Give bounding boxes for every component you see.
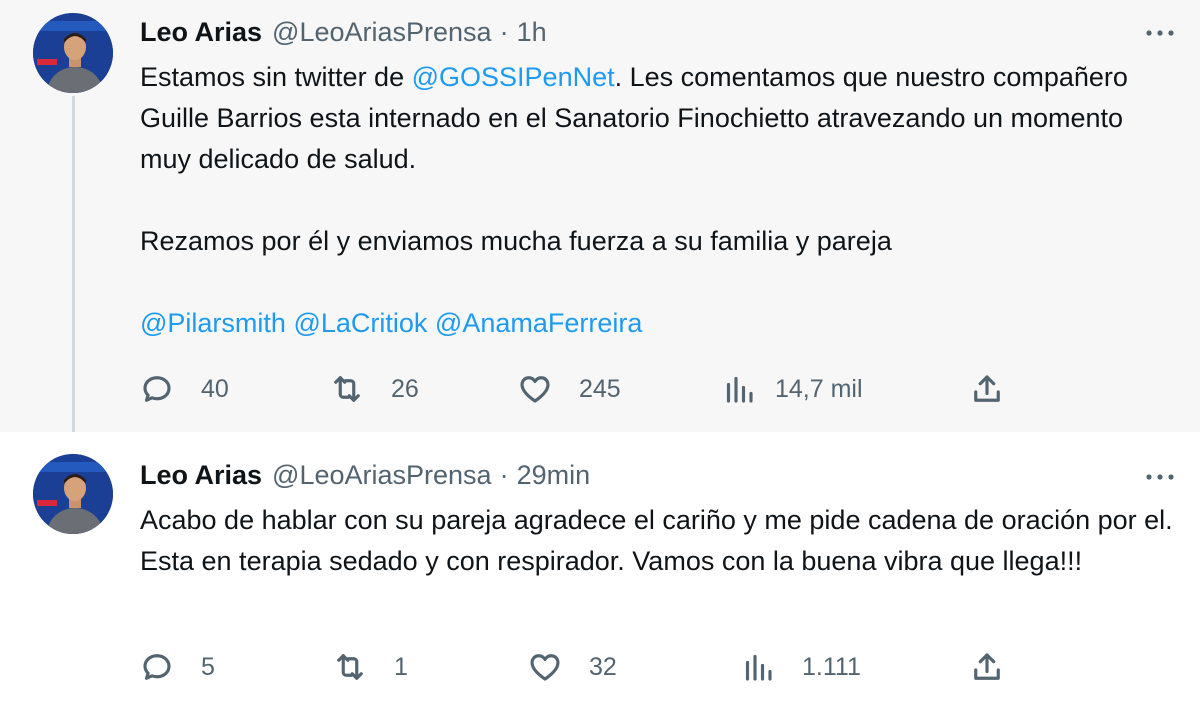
heart-icon bbox=[530, 654, 560, 681]
tweet-1[interactable]: Leo Arias @LeoAriasPrensa · 1h Estamos s… bbox=[0, 0, 1200, 432]
tweet-body: Estamos sin twitter de @GOSSIPenNet. Les… bbox=[140, 57, 1180, 344]
tweet-mentions: @Pilarsmith @LaCritiok @AnamaFerreira bbox=[140, 303, 1180, 344]
share-button[interactable] bbox=[969, 369, 1005, 409]
views-bar-chart-icon bbox=[726, 376, 753, 403]
timestamp[interactable]: 1h bbox=[517, 17, 547, 48]
retweet-icon bbox=[337, 654, 363, 680]
tweet-paragraph-1: Estamos sin twitter de @GOSSIPenNet. Les… bbox=[140, 57, 1180, 180]
author-name[interactable]: Leo Arias bbox=[140, 17, 262, 48]
views-count: 1.111 bbox=[802, 652, 861, 681]
tweet-paragraph-2: Rezamos por él y enviamos mucha fuerza a… bbox=[140, 226, 892, 256]
retweet-icon bbox=[334, 376, 360, 402]
views-button[interactable]: 1.111 bbox=[740, 647, 861, 687]
like-count: 32 bbox=[589, 652, 617, 681]
more-button[interactable] bbox=[1140, 18, 1180, 48]
author-handle[interactable]: @LeoAriasPrensa bbox=[272, 17, 492, 48]
avatar[interactable] bbox=[33, 13, 113, 93]
reply-count: 40 bbox=[201, 374, 229, 403]
separator-dot: · bbox=[499, 459, 509, 490]
share-button[interactable] bbox=[969, 647, 1005, 687]
timestamp[interactable]: 29min bbox=[517, 460, 591, 491]
views-bar-chart-icon bbox=[745, 654, 772, 681]
reply-icon bbox=[143, 376, 171, 402]
views-count: 14,7 mil bbox=[775, 374, 863, 403]
retweet-button[interactable]: 1 bbox=[332, 647, 408, 687]
tweet-2[interactable]: Leo Arias @LeoAriasPrensa · 29min Acabo … bbox=[0, 432, 1200, 712]
avatar[interactable] bbox=[33, 454, 113, 534]
reply-count: 5 bbox=[201, 652, 215, 681]
tweet-body: Acabo de hablar con su pareja agradece e… bbox=[140, 505, 1173, 576]
reply-icon bbox=[143, 654, 171, 680]
more-horizontal-icon bbox=[1146, 474, 1174, 480]
like-button[interactable]: 245 bbox=[517, 369, 621, 409]
views-button[interactable]: 14,7 mil bbox=[721, 369, 863, 409]
retweet-button[interactable]: 26 bbox=[329, 369, 419, 409]
mention-link[interactable]: @LaCritiok bbox=[293, 308, 427, 338]
retweet-count: 1 bbox=[394, 652, 408, 681]
mention-link[interactable]: @GOSSIPenNet bbox=[412, 62, 615, 92]
more-button[interactable] bbox=[1140, 462, 1180, 492]
reply-button[interactable]: 5 bbox=[139, 647, 215, 687]
author-name[interactable]: Leo Arias bbox=[140, 460, 262, 491]
tweet-header: Leo Arias @LeoAriasPrensa · 1h bbox=[140, 17, 547, 47]
share-icon bbox=[974, 653, 1000, 680]
action-bar: 40 26 245 14,7 mil bbox=[0, 369, 1200, 409]
mention-link[interactable]: @Pilarsmith bbox=[140, 308, 286, 338]
like-button[interactable]: 32 bbox=[527, 647, 617, 687]
mention-link[interactable]: @AnamaFerreira bbox=[435, 308, 642, 338]
retweet-count: 26 bbox=[391, 374, 419, 403]
tweet-header: Leo Arias @LeoAriasPrensa · 29min bbox=[140, 460, 590, 490]
thread-connector-line bbox=[72, 96, 75, 448]
more-horizontal-icon bbox=[1146, 30, 1174, 36]
share-icon bbox=[974, 375, 1000, 402]
like-count: 245 bbox=[579, 374, 621, 403]
separator-dot: · bbox=[499, 16, 509, 47]
action-bar: 5 1 32 1.111 bbox=[0, 647, 1200, 687]
author-handle[interactable]: @LeoAriasPrensa bbox=[272, 460, 492, 491]
reply-button[interactable]: 40 bbox=[139, 369, 229, 409]
text-segment: Estamos sin twitter de bbox=[140, 62, 412, 92]
heart-icon bbox=[520, 376, 550, 403]
